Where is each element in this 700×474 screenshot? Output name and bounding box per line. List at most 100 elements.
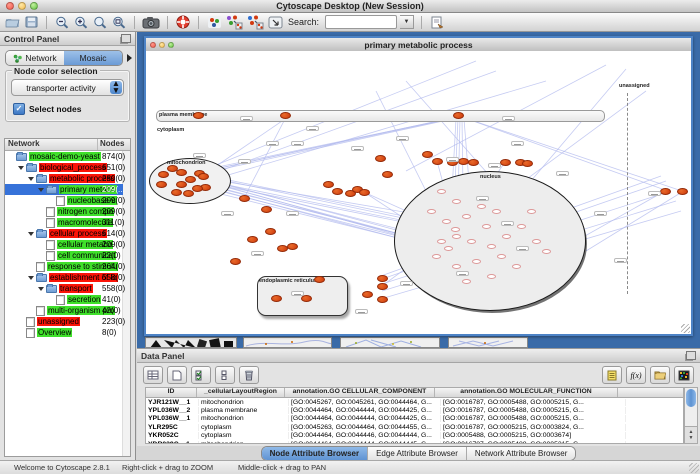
save-session-button[interactable] [23,14,39,30]
control-panel-float-icon[interactable] [121,34,131,43]
tree-item-transport[interactable]: transport558(0) [5,283,123,294]
tab-network[interactable]: Network [6,51,64,65]
network-node-small[interactable] [452,264,461,269]
network-node[interactable] [239,195,250,202]
function-builder-icon[interactable]: f(x) [626,366,646,384]
network-node[interactable] [660,188,671,195]
tree-item-mosaic-demo-yeast[interactable]: mosaic-demo-yeast874(0) [5,151,123,162]
network-node[interactable] [176,169,187,176]
network-node[interactable] [382,171,393,178]
network-node[interactable] [301,295,312,302]
network-node-small[interactable] [532,239,541,244]
network-node[interactable] [432,158,443,165]
network-node-small[interactable] [442,219,451,224]
network-node-small[interactable] [542,249,551,254]
select-nodes-checkbox[interactable]: ✓ [13,103,25,115]
network-window-titlebar[interactable]: primary metabolic process [146,38,691,52]
network-node[interactable] [377,283,388,290]
tree-expander-icon[interactable] [28,232,34,236]
layout-tool-icon-2[interactable] [246,14,264,30]
tree-item-cellular-metabo[interactable]: cellular metabo209(0) [5,239,123,250]
tree-expander-icon[interactable] [28,276,34,280]
tab-network-attribute-browser[interactable]: Network Attribute Browser [467,447,575,460]
network-canvas[interactable]: plasma membranecytoplasmmitochondrionnuc… [146,51,691,334]
network-node-small[interactable] [502,234,511,239]
tab-mosaic[interactable]: Mosaic [64,51,122,65]
tree-item-multi-organism-pro[interactable]: multi-organism pro42(0) [5,305,123,316]
tree-item-response-to-stimulu[interactable]: response to stimulu264(0) [5,261,123,272]
tree-item-cell-communicat[interactable]: cell communicat22(0) [5,250,123,261]
network-node[interactable] [287,243,298,250]
network-node[interactable] [332,188,343,195]
network-node[interactable] [359,189,370,196]
report-tool-icon[interactable] [429,14,445,30]
tree-expander-icon[interactable] [38,287,44,291]
tree-item-nucleobase-c[interactable]: nucleobase-c209(0) [5,195,123,206]
network-node-small[interactable] [427,209,436,214]
network-node-small[interactable] [527,209,536,214]
table-row[interactable]: YJR121W__1mitochondrion[GO:0045267, GO:0… [146,398,683,406]
tree-expander-icon[interactable] [18,166,24,170]
zoom-in-icon[interactable] [73,14,89,30]
notepad-icon[interactable] [602,366,622,384]
network-node-small[interactable] [472,259,481,264]
data-panel-float-icon[interactable] [686,351,696,360]
tree-item-establishment-of-lo[interactable]: establishment of lo558(0) [5,272,123,283]
table-row[interactable]: YKR052Ccytoplasm[GO:0044464, GO:0044446,… [146,432,683,440]
network-node-small[interactable] [482,224,491,229]
tree-expander-icon[interactable] [28,177,34,181]
table-row[interactable]: YPL036W__2plasma membrane[GO:0044464, GO… [146,406,683,414]
network-node[interactable] [158,171,169,178]
select-attributes-icon[interactable] [191,366,211,384]
network-node-small[interactable] [467,239,476,244]
tab-scroll-right-icon[interactable] [127,54,132,62]
search-input[interactable] [325,15,397,29]
table-scrollbar[interactable]: ▲▼ [684,387,698,444]
table-scrollbar-thumb[interactable] [686,389,696,407]
tree-item-secretion[interactable]: secretion41(0) [5,294,123,305]
network-node[interactable] [377,296,388,303]
tree-item-metabolic-process[interactable]: metabolic process280(0) [5,173,123,184]
network-node-small[interactable] [492,209,501,214]
tree-item-macromolecule[interactable]: macromolecule311(0) [5,217,123,228]
network-node[interactable] [176,181,187,188]
search-dropdown-arrow-icon[interactable]: ▼ [400,15,414,29]
network-node[interactable] [271,295,282,302]
network-node-small[interactable] [444,246,453,251]
help-lifering-icon[interactable] [175,14,191,30]
delete-attribute-trash-icon[interactable] [239,366,259,384]
table-column-header[interactable]: _cellularLayoutRegion [197,388,285,397]
tree-expander-icon[interactable] [38,188,44,192]
network-node[interactable] [247,236,258,243]
network-node-small[interactable] [462,279,471,284]
network-node-small[interactable] [437,189,446,194]
background-window-fragment[interactable] [340,337,440,348]
network-node[interactable] [185,176,196,183]
tree-item-cellular-process[interactable]: cellular process614(0) [5,228,123,239]
attribute-table[interactable]: ID_cellularLayoutRegionannotation.GO CEL… [145,387,684,444]
table-row[interactable]: YPL036W__1mitochondrion[GO:0044464, GO:0… [146,415,683,423]
network-node-small[interactable] [517,224,526,229]
network-node[interactable] [261,206,272,213]
tree-item-nitrogen-compo[interactable]: nitrogen compo209(0) [5,206,123,217]
layout-tool-icon-1[interactable] [225,14,243,30]
network-overview-icon[interactable] [206,14,222,30]
zoom-out-icon[interactable] [54,14,70,30]
tree-item-primary-metabo[interactable]: primary metabo209(... [5,184,123,195]
background-window-fragment[interactable] [145,337,237,348]
network-node-small[interactable] [487,274,496,279]
app-resize-grip[interactable] [689,463,699,473]
table-column-header[interactable]: annotation.GO MOLECULAR_FUNCTION [435,388,618,397]
network-node[interactable] [323,181,334,188]
unselect-attributes-icon[interactable] [215,366,235,384]
network-node-small[interactable] [452,199,461,204]
network-node[interactable] [377,275,388,282]
table-column-header[interactable]: annotation.GO CELLULAR_COMPONENT [285,388,435,397]
panel-tool-icon[interactable] [267,14,283,30]
background-window-fragment[interactable] [243,337,332,348]
network-node[interactable] [192,185,203,192]
node-color-dropdown[interactable]: transporter activity ▲▼ [11,79,124,96]
network-node[interactable] [193,112,204,119]
attribute-grid-icon[interactable] [143,366,163,384]
tab-node-attribute-browser[interactable]: Node Attribute Browser [262,447,369,460]
